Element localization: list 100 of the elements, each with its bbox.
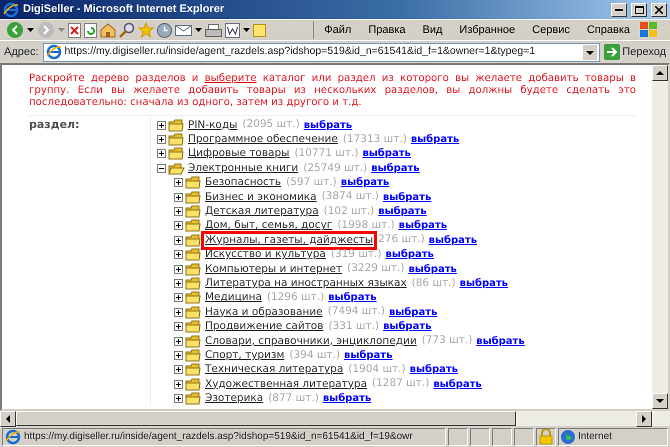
history-icon[interactable] [157,22,172,38]
category-link[interactable]: Наука и образование [204,306,324,319]
expand-icon[interactable] [174,192,183,202]
category-link[interactable]: Детская литература [204,205,320,218]
menu-item[interactable]: Вид [416,22,450,38]
scroll-left-button[interactable] [0,411,16,427]
dropdown-icon[interactable] [582,44,597,60]
choose-link[interactable]: выбрать [383,319,432,334]
category-link[interactable]: Эзотерика [204,392,264,406]
expand-icon[interactable] [174,365,183,374]
category-link[interactable]: Компьютеры и интернет [204,262,344,276]
category-link[interactable]: Спорт, туризм [204,348,286,362]
expand-icon[interactable] [174,278,183,288]
choose-link[interactable]: выбрать [344,348,392,363]
expand-icon[interactable] [157,120,166,130]
category-link[interactable]: Программное обеспечение [187,133,339,146]
address-field[interactable]: https://my.digiseller.ru/inside/agent_razdels.asp?idshop=519&id_n=61541&id_f=1&owner=1&typeg=1 [42,42,600,62]
choose-link[interactable]: выбрать [428,232,478,248]
menu-item[interactable]: Справка [580,22,637,38]
scroll-thumb[interactable] [16,411,516,426]
refresh-icon[interactable] [84,22,97,38]
horizontal-scrollbar[interactable] [0,411,670,426]
expand-icon[interactable] [174,394,183,404]
choose-link[interactable]: выбрать [385,247,434,262]
expand-icon[interactable] [174,350,183,360]
expand-icon[interactable] [174,264,183,274]
expand-icon[interactable] [174,322,183,332]
expand-icon[interactable] [174,336,183,346]
category-link[interactable]: Художественная литература [204,378,368,391]
category-link[interactable]: Цифровые товары [187,147,290,160]
caret-icon[interactable] [195,28,202,32]
category-link[interactable]: Электронные книги [187,162,300,175]
scroll-down-button[interactable] [652,393,668,409]
document-icon[interactable] [225,22,240,38]
category-link[interactable]: Безопасность [204,176,282,190]
expand-icon[interactable] [174,380,183,389]
windows-logo-icon [640,22,658,38]
category-link[interactable]: Журналы, газеты, дайджесты [204,234,374,247]
choose-link[interactable]: выбрать [398,218,448,234]
choose-link[interactable]: выбрать [304,118,352,133]
choose-link[interactable]: выбрать [362,146,411,162]
item-count: (25749 шт.) [303,160,368,176]
expand-icon[interactable] [174,293,183,302]
category-link[interactable]: Бизнес и экономика [204,190,318,204]
choose-link[interactable]: выбрать [378,204,427,220]
category-link[interactable]: Искусство и культура [204,248,327,262]
expand-icon[interactable] [174,308,183,317]
choose-link[interactable]: выбрать [433,376,482,392]
choose-link[interactable]: выбрать [476,334,525,349]
choose-link[interactable]: выбрать [460,276,508,291]
print-icon[interactable] [205,24,222,36]
search-icon[interactable] [119,22,135,38]
choose-link[interactable]: выбрать [328,290,377,306]
menu-item[interactable]: Файл [317,22,358,38]
expand-icon[interactable] [157,135,166,144]
status-text: https://my.digiseller.ru/inside/agent_razdels.asp?idshop=519&id_n=61541&id_f=19&owr [24,430,413,444]
choose-link[interactable]: выбрать [410,132,460,148]
expand-icon[interactable] [174,236,183,245]
category-link[interactable]: Техническая литература [204,363,344,376]
category-link[interactable]: Словари, справочники, энциклопедии [204,334,418,348]
expand-icon[interactable] [174,250,183,260]
zone-text: Internet [578,430,612,444]
choose-link[interactable]: выбрать [410,362,458,378]
maximize-button[interactable] [631,2,647,16]
stop-icon[interactable] [68,22,81,38]
item-count: (7494 шт.) [328,304,385,320]
caret-icon[interactable] [27,28,34,32]
scroll-up-button[interactable] [652,65,668,81]
category-link[interactable]: PIN-коды [187,118,238,132]
minimize-icon [615,8,623,11]
expand-icon[interactable] [174,178,183,188]
choose-link[interactable]: выбрать [340,175,390,190]
choose-link[interactable]: выбрать [388,304,438,320]
folder-icon [185,378,202,391]
caret-icon[interactable] [243,28,250,32]
choose-link[interactable]: выбрать [322,391,372,406]
menu-item[interactable]: Правка [361,22,413,38]
vertical-scrollbar[interactable] [652,65,668,409]
home-icon[interactable] [100,22,116,38]
star-icon[interactable] [138,22,154,38]
collapse-icon[interactable] [157,164,166,173]
minimize-button[interactable] [611,2,627,16]
expand-icon[interactable] [157,149,166,158]
expand-icon[interactable] [174,207,183,216]
go-button[interactable]: Переход [604,44,666,60]
menu-item[interactable]: Избранное [452,22,522,38]
choose-link[interactable]: выбрать [371,160,420,176]
scroll-right-button[interactable] [636,411,652,427]
expand-icon[interactable] [174,221,183,230]
category-link[interactable]: Медицина [204,291,263,304]
category-link[interactable]: Дом, быт, семья, досуг [204,219,334,232]
item-count: (86 шт.) [412,276,456,291]
choose-link[interactable]: выбрать [408,262,457,277]
select-link[interactable]: выберите [204,73,257,84]
menu-item[interactable]: Сервис [525,22,577,38]
category-link[interactable]: Продвижение сайтов [204,320,324,334]
category-link[interactable]: Литература на иностранных языках [204,276,408,290]
mail-icon[interactable] [175,24,192,36]
choose-link[interactable]: выбрать [382,190,432,205]
close-button[interactable] [651,2,667,16]
